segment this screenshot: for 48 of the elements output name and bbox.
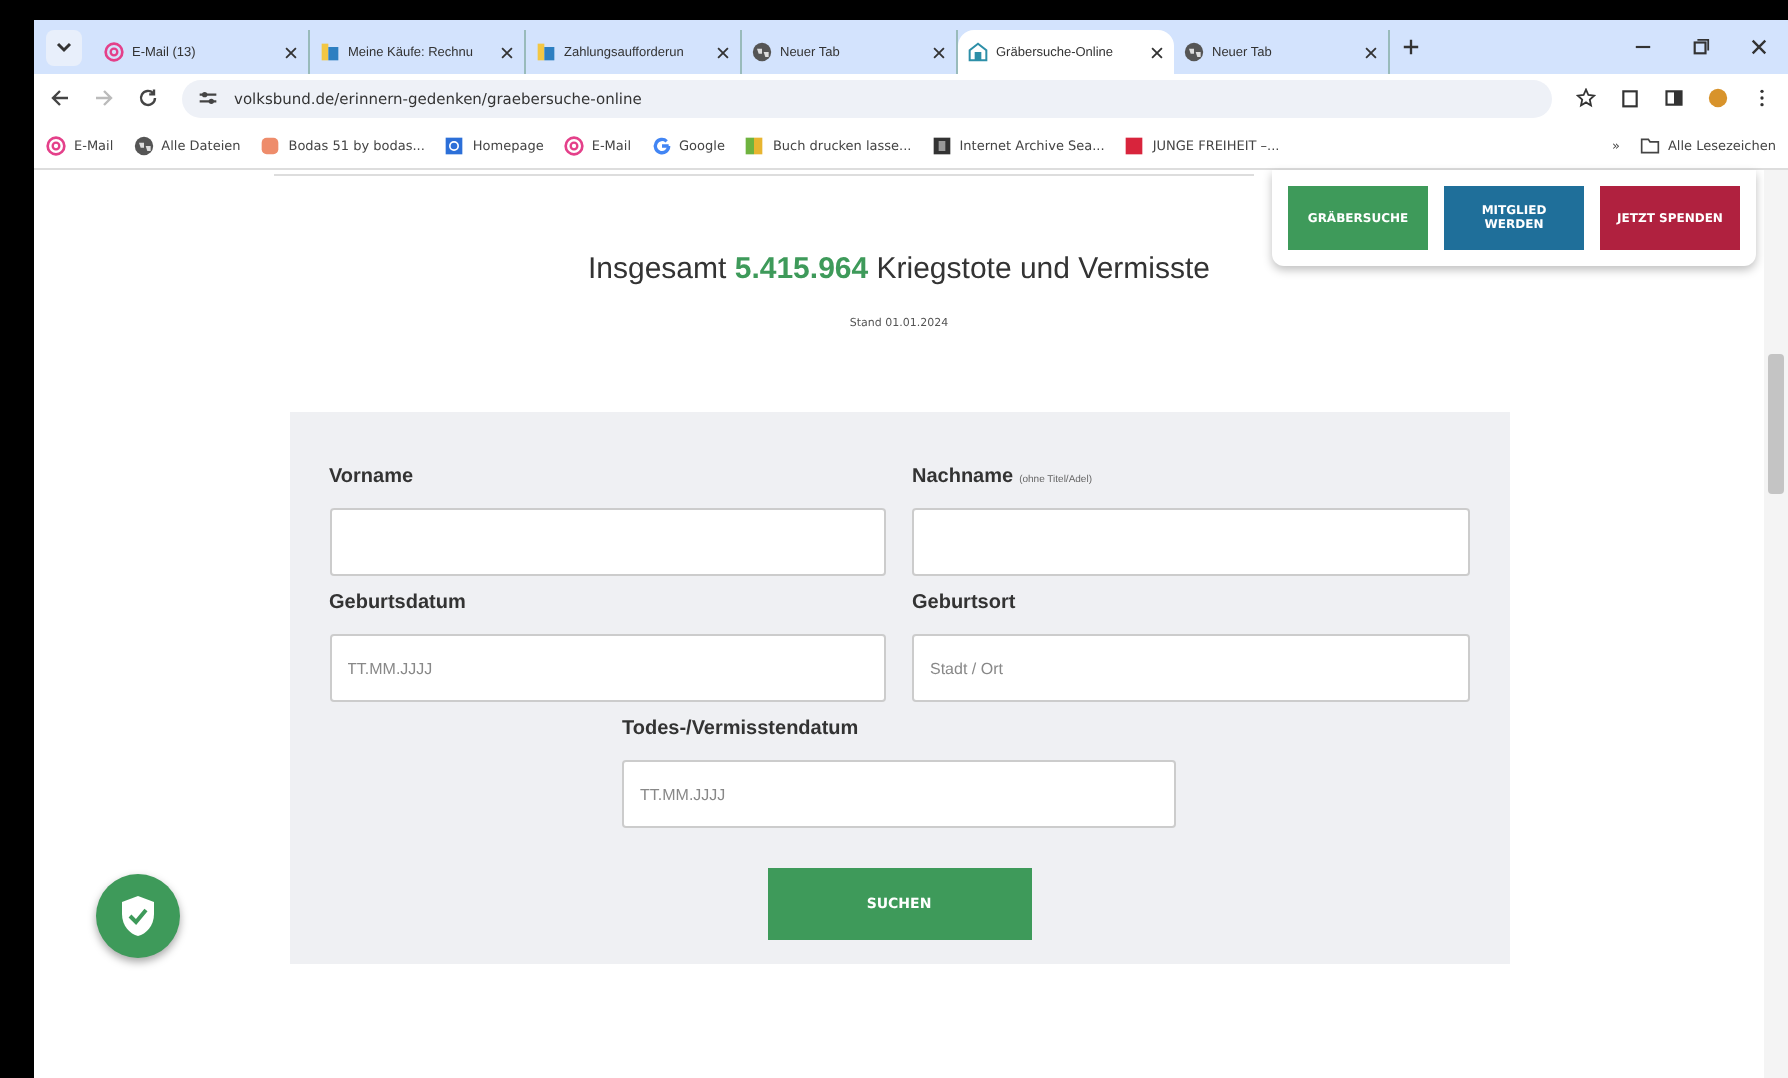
folder-icon <box>1639 135 1660 155</box>
star-icon[interactable] <box>1576 88 1596 108</box>
input-field[interactable] <box>329 508 886 576</box>
restore-icon[interactable] <box>1692 38 1710 56</box>
reload-icon[interactable] <box>138 88 158 108</box>
input-field[interactable] <box>912 508 1469 576</box>
at-sign-icon <box>104 42 124 62</box>
chevron-down-icon <box>56 41 72 53</box>
field-label: Todes-/Vermisstendatum <box>622 718 859 740</box>
headline: Insgesamt 5.415.964 Kriegstote und Vermisste <box>587 252 1211 286</box>
back-arrow-icon[interactable] <box>50 88 70 108</box>
input-field[interactable]: TT.MM.JJJJ <box>329 634 886 702</box>
globe-icon <box>133 135 154 155</box>
tab-search-button[interactable] <box>46 29 82 65</box>
building-icon <box>968 42 988 62</box>
google-icon <box>651 135 672 155</box>
globe-icon <box>752 42 772 62</box>
input-field[interactable]: Stadt / Ort <box>912 634 1469 702</box>
scrollbar[interactable] <box>1764 170 1788 1078</box>
bookmark-icon <box>260 135 281 155</box>
shield-check-icon <box>118 894 158 938</box>
side-panel-icon[interactable] <box>1664 88 1684 108</box>
close-icon[interactable] <box>932 45 946 59</box>
close-icon[interactable] <box>1150 45 1164 59</box>
close-icon[interactable] <box>1364 45 1378 59</box>
letter-d-icon <box>536 42 556 62</box>
privacy-shield-button[interactable] <box>96 874 180 958</box>
bookmark-icon <box>1124 135 1145 155</box>
field-label: Nachname <box>912 466 1014 488</box>
bookmark-icon <box>444 135 465 155</box>
close-icon[interactable] <box>284 45 298 59</box>
extensions-icon[interactable] <box>1620 88 1640 108</box>
archive-icon <box>931 135 952 155</box>
globe-icon <box>1184 42 1204 62</box>
book-icon <box>744 135 765 155</box>
at-sign-icon <box>46 135 66 155</box>
close-icon[interactable] <box>716 45 730 59</box>
field-label: Vorname <box>329 466 414 488</box>
field-label: Geburtsort <box>912 592 1016 614</box>
at-sign-icon <box>563 135 584 155</box>
input-field[interactable]: TT.MM.JJJJ <box>622 760 1176 828</box>
profile-avatar-icon[interactable] <box>1708 88 1728 108</box>
close-icon[interactable] <box>1750 38 1768 56</box>
letter-d-icon <box>320 42 340 62</box>
new-tab-icon[interactable] <box>1402 38 1420 56</box>
close-icon[interactable] <box>500 45 514 59</box>
field-label: Geburtsdatum <box>329 592 466 614</box>
site-settings-icon[interactable] <box>198 88 218 108</box>
